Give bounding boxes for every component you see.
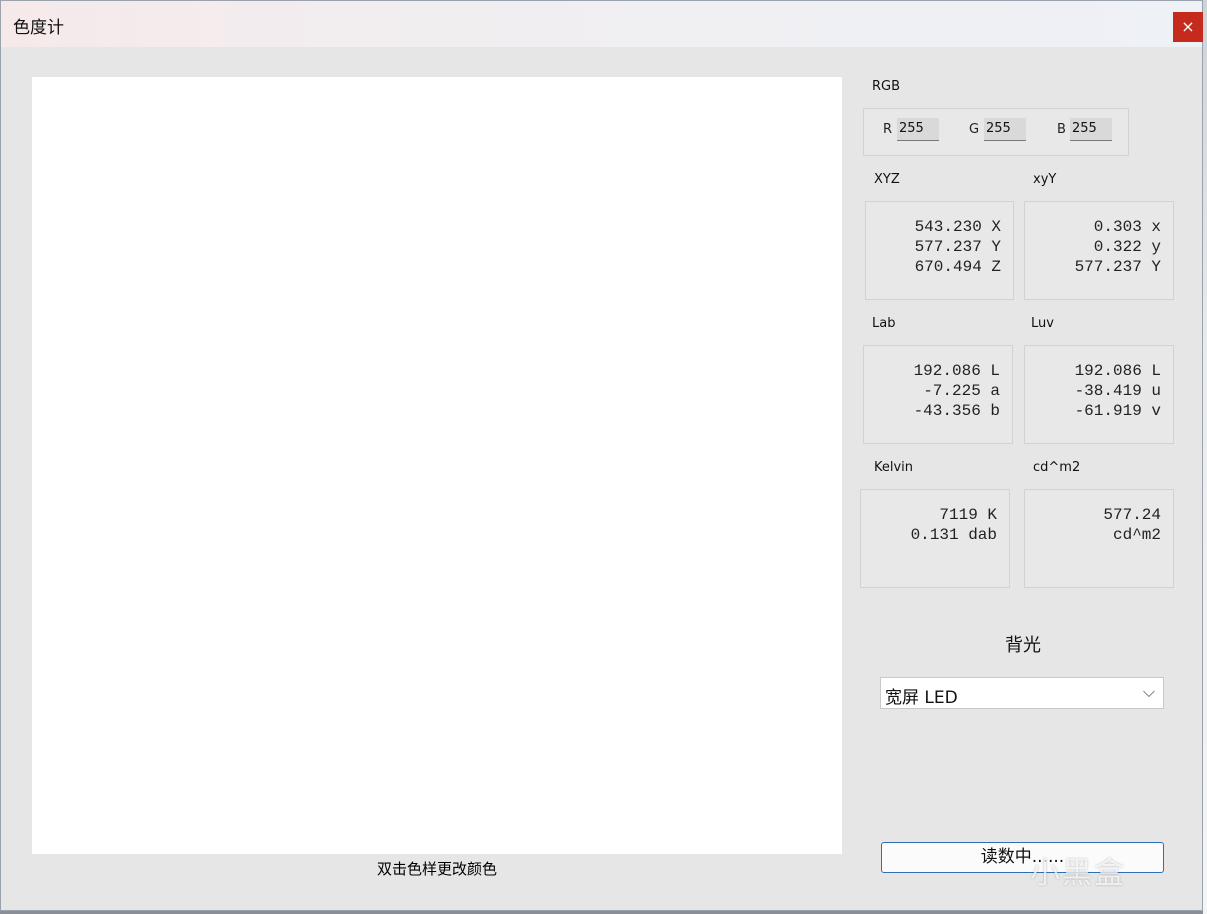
b-input[interactable]: 255 <box>1070 118 1112 141</box>
colorimeter-window: 色度计 × 双击色样更改颜色 RGB R 255 G 255 B 255 XYZ… <box>0 0 1203 911</box>
chevron-down-icon: ⌵ <box>1142 682 1155 701</box>
desktop-background <box>1203 0 1207 914</box>
lab-b-value: -43.356 b <box>913 402 1000 420</box>
title-bar[interactable]: 色度计 <box>1 1 1202 47</box>
luv-u-value: -38.419 u <box>1074 382 1161 400</box>
kelvin-group-label: Kelvin <box>874 460 914 475</box>
b-label: B <box>1057 122 1066 137</box>
luminance-panel: 577.24 cd^m2 <box>1024 489 1174 588</box>
lab-a-value: -7.225 a <box>923 382 1000 400</box>
g-label: G <box>969 122 980 137</box>
luv-l-value: 192.086 L <box>1074 362 1161 380</box>
lab-panel: 192.086 L -7.225 a -43.356 b <box>863 345 1013 444</box>
color-swatch[interactable] <box>32 77 842 854</box>
r-label: R <box>883 122 893 137</box>
lab-l-value: 192.086 L <box>913 362 1000 380</box>
close-button[interactable]: × <box>1173 12 1203 42</box>
xyy-group-label: xyY <box>1033 172 1057 187</box>
xyy-panel: 0.303 x 0.322 y 577.237 Y <box>1024 201 1174 300</box>
r-input[interactable]: 255 <box>897 118 939 141</box>
backlight-title: 背光 <box>1005 635 1041 656</box>
xyy-luminance-value: 577.237 Y <box>1074 258 1161 276</box>
backlight-selected-value: 宽屏 LED <box>885 688 958 708</box>
window-title: 色度计 <box>13 18 64 38</box>
luv-panel: 192.086 L -38.419 u -61.919 v <box>1024 345 1174 444</box>
luv-v-value: -61.919 v <box>1074 402 1161 420</box>
kelvin-panel: 7119 K 0.131 dab <box>860 489 1010 588</box>
kelvin-temperature-value: 7119 K <box>939 506 997 524</box>
xyy-x-value: 0.303 x <box>1093 218 1161 236</box>
rgb-group-label: RGB <box>872 79 901 94</box>
rgb-panel: R 255 G 255 B 255 <box>863 108 1129 156</box>
luminance-unit: cd^m2 <box>1112 526 1161 544</box>
xyz-x-value: 543.230 X <box>914 218 1001 236</box>
luminance-value: 577.24 <box>1103 506 1161 524</box>
xyz-y-value: 577.237 Y <box>914 238 1001 256</box>
lab-group-label: Lab <box>872 316 896 331</box>
swatch-caption: 双击色样更改颜色 <box>376 860 497 878</box>
xyz-group-label: XYZ <box>874 172 900 187</box>
xyz-z-value: 670.494 Z <box>914 258 1001 276</box>
luminance-group-label: cd^m2 <box>1033 460 1081 475</box>
luv-group-label: Luv <box>1031 316 1054 331</box>
g-input[interactable]: 255 <box>984 118 1026 141</box>
xyy-y-value: 0.322 y <box>1093 238 1161 256</box>
watermark-logo: 小黑盒 <box>1030 856 1126 891</box>
backlight-select[interactable]: 宽屏 LED ⌵ <box>880 677 1164 709</box>
kelvin-dab-value: 0.131 dab <box>910 526 997 544</box>
xyz-panel: 543.230 X 577.237 Y 670.494 Z <box>865 201 1014 300</box>
